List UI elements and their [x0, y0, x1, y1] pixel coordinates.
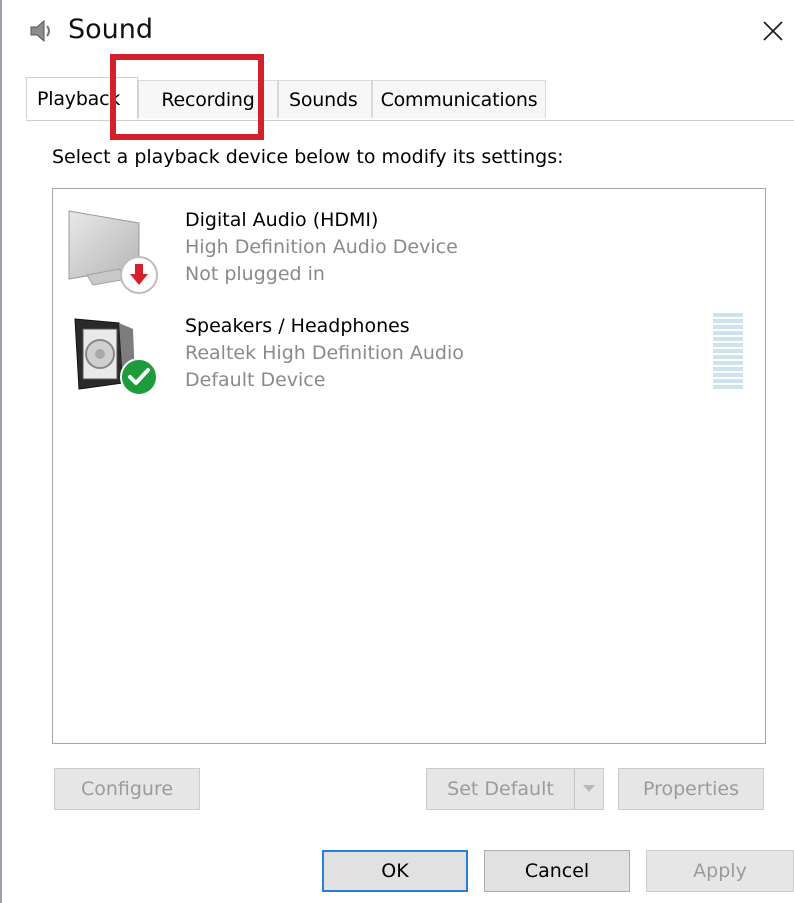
device-description: Realtek High Definition Audio: [185, 342, 464, 364]
cancel-button[interactable]: Cancel: [484, 850, 630, 892]
close-icon: [763, 21, 783, 41]
meter-segment: [713, 361, 743, 365]
meter-segment: [713, 319, 743, 323]
meter-segment: [713, 313, 743, 317]
tab-playback[interactable]: Playback: [26, 77, 138, 119]
window-title: Sound: [68, 14, 154, 45]
device-list[interactable]: Digital Audio (HDMI) High Definition Aud…: [52, 188, 766, 744]
device-item-digital-audio-hdmi[interactable]: Digital Audio (HDMI) High Definition Aud…: [53, 203, 765, 303]
apply-button[interactable]: Apply: [646, 850, 794, 892]
meter-segment: [713, 331, 743, 335]
tab-communications[interactable]: Communications: [372, 80, 546, 118]
ok-button[interactable]: OK: [322, 850, 468, 892]
device-status: Not plugged in: [185, 263, 325, 285]
meter-segment: [713, 385, 743, 389]
device-status: Default Device: [185, 369, 326, 391]
meter-segment: [713, 355, 743, 359]
meter-segment: [713, 373, 743, 377]
device-description: High Definition Audio Device: [185, 236, 458, 258]
device-name: Digital Audio (HDMI): [185, 209, 379, 231]
meter-segment: [713, 343, 743, 347]
unplugged-arrow-icon: [120, 256, 158, 294]
monitor-icon: [67, 207, 167, 297]
instruction-text: Select a playback device below to modify…: [52, 146, 564, 168]
close-button[interactable]: [752, 10, 794, 52]
meter-segment: [713, 349, 743, 353]
tab-sounds[interactable]: Sounds: [278, 80, 372, 118]
configure-button[interactable]: Configure: [54, 768, 200, 810]
set-default-button[interactable]: Set Default: [426, 768, 574, 810]
meter-segment: [713, 379, 743, 383]
speaker-icon: [28, 18, 54, 44]
meter-segment: [713, 337, 743, 341]
device-name: Speakers / Headphones: [185, 315, 410, 337]
chevron-down-icon: [583, 785, 595, 792]
title-bar[interactable]: Sound: [0, 0, 794, 62]
device-item-speakers-headphones[interactable]: Speakers / Headphones Realtek High Defin…: [53, 309, 765, 409]
tab-recording[interactable]: Recording: [138, 80, 278, 118]
meter-segment: [713, 367, 743, 371]
speaker-device-icon: [67, 313, 167, 403]
window-left-edge: [0, 0, 2, 903]
properties-button[interactable]: Properties: [618, 768, 764, 810]
meter-segment: [713, 325, 743, 329]
default-check-icon: [120, 358, 158, 396]
set-default-dropdown-button[interactable]: [574, 768, 604, 810]
volume-level-meter: [713, 313, 743, 393]
